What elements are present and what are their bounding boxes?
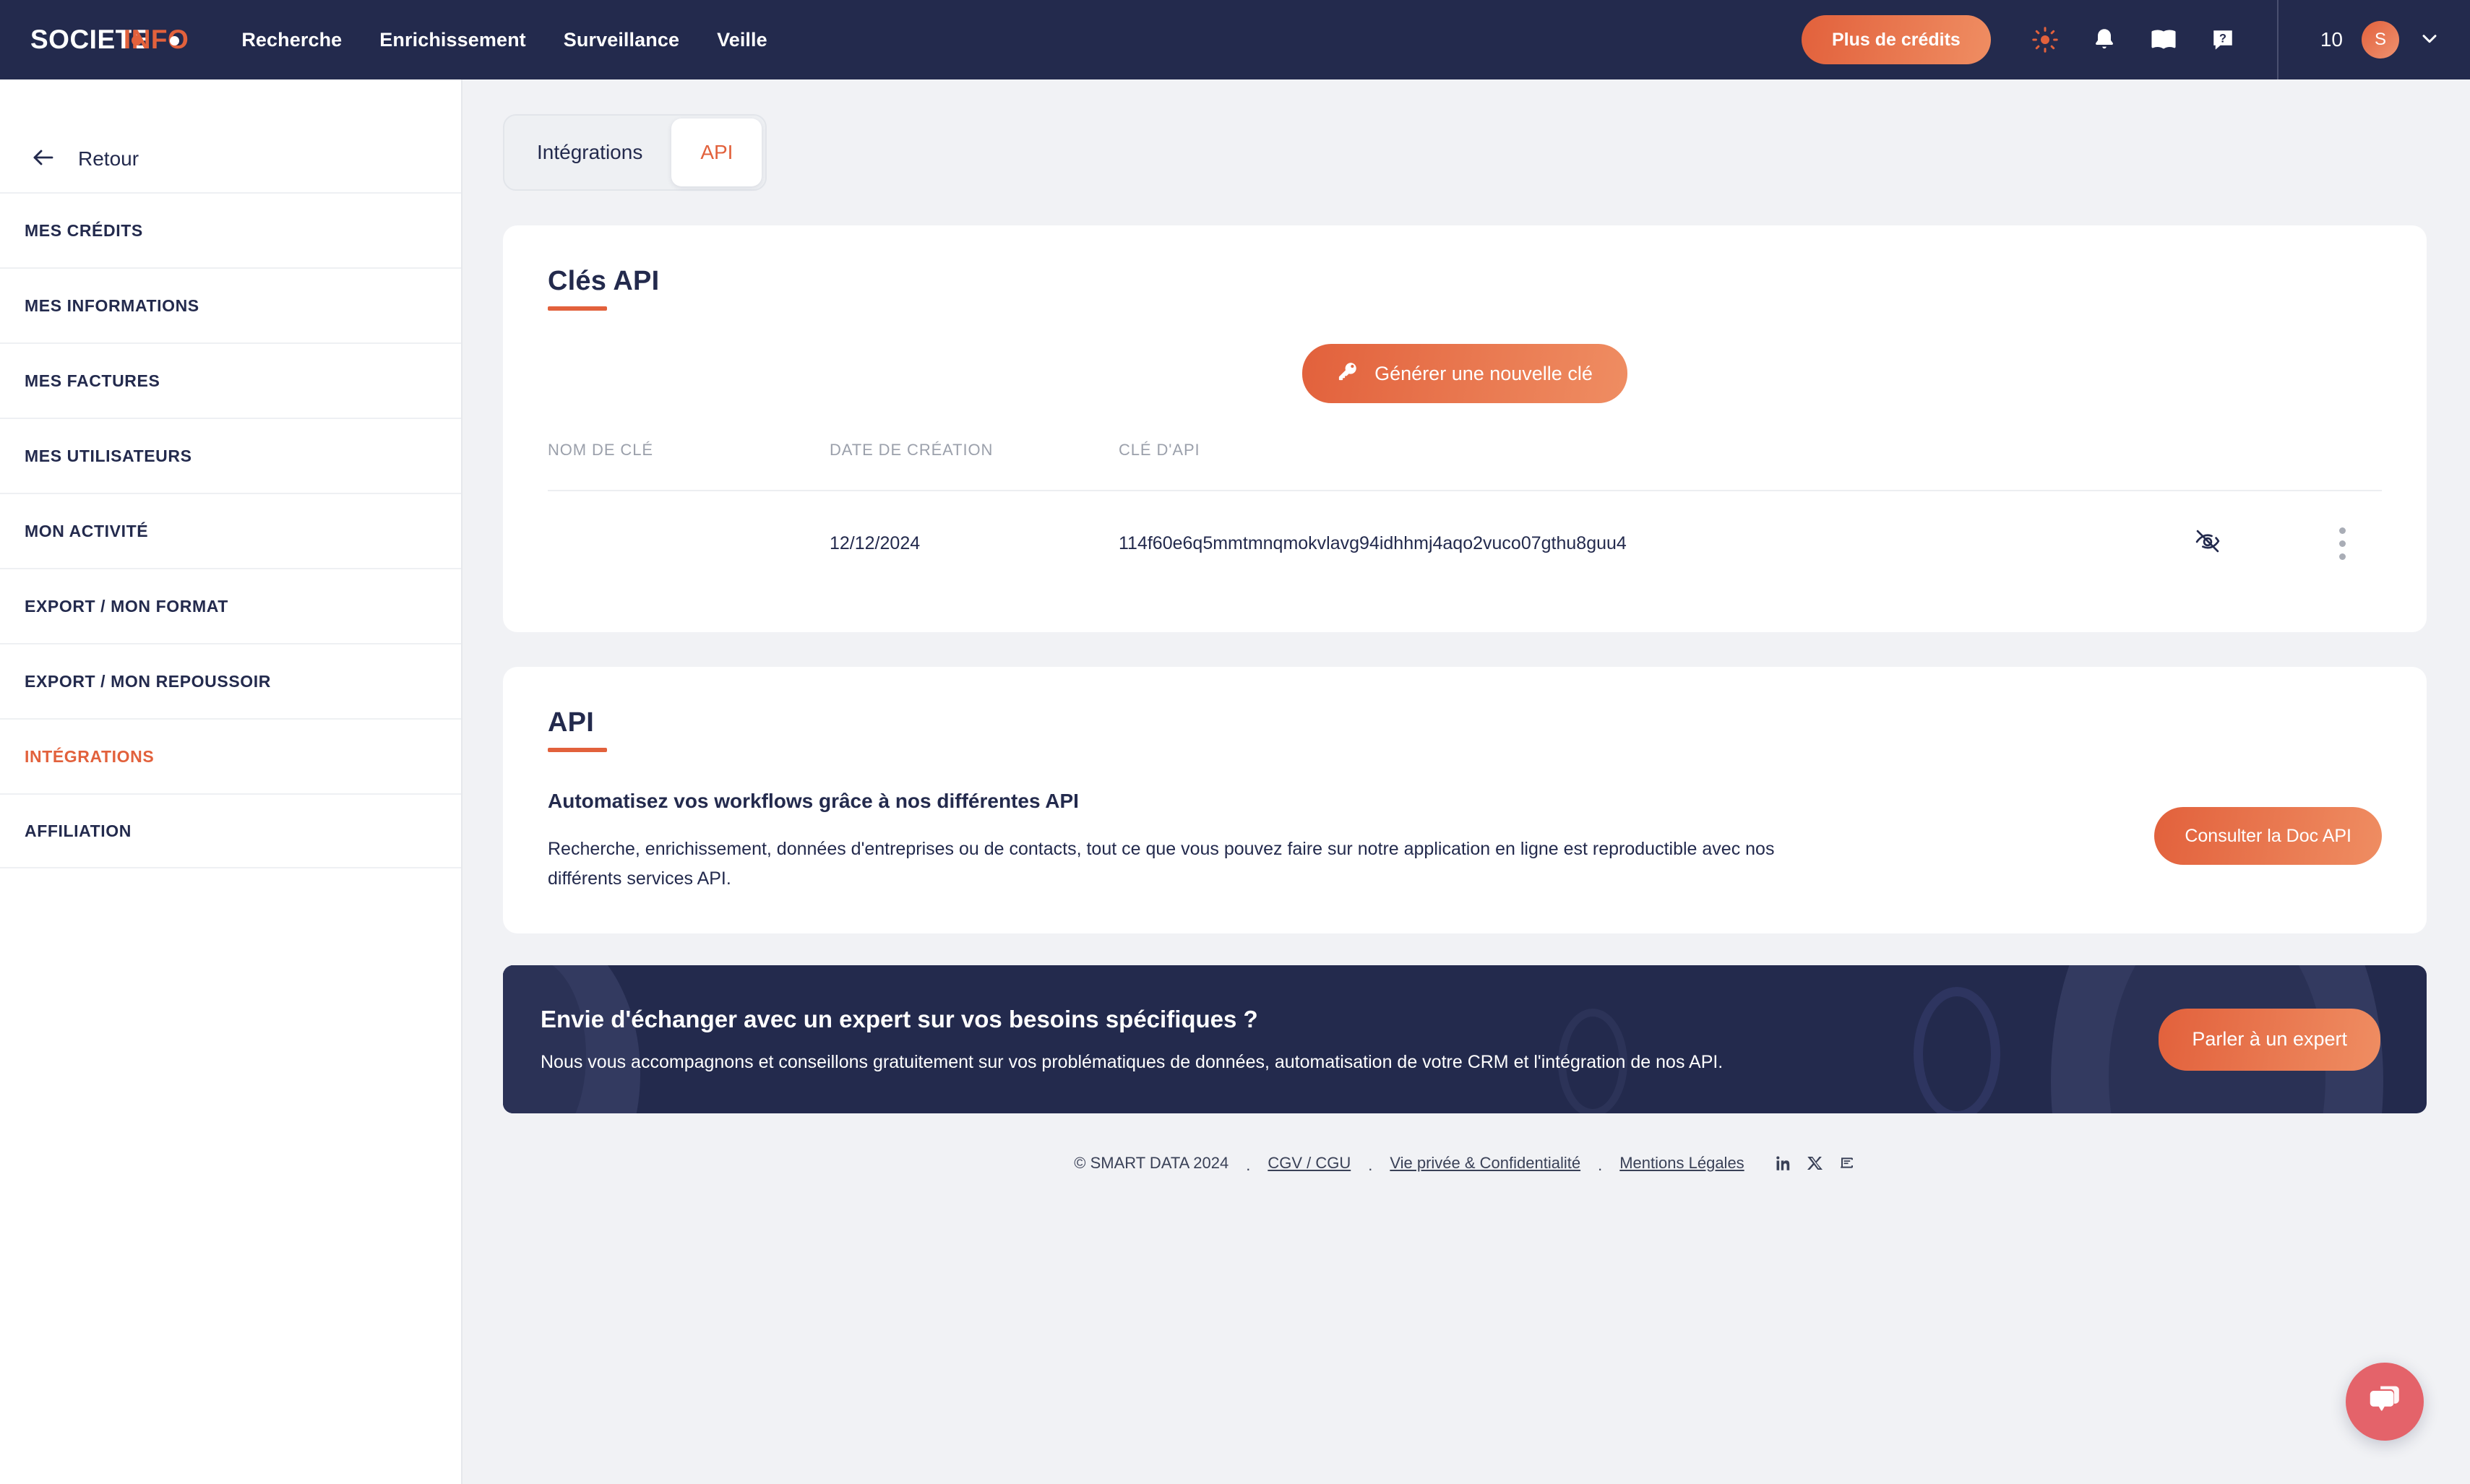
logo-dot-white (170, 35, 180, 46)
expert-banner-title: Envie d'échanger avec un expert sur vos … (541, 1006, 1258, 1032)
credits-count: 10 (2320, 28, 2343, 51)
nav-item-recherche[interactable]: Recherche (241, 29, 342, 51)
column-header-cle-api: CLÉ D'API (1119, 441, 2194, 491)
table-body: 12/12/2024 114f60e6q5mmtmnqmokvlavg94idh… (548, 491, 2382, 592)
parler-a-un-expert-button[interactable]: Parler à un expert (2159, 1008, 2380, 1071)
sidebar-item-export-mon-format[interactable]: EXPORT / MON FORMAT (0, 568, 461, 643)
blog-icon[interactable] (1838, 1155, 1856, 1172)
footer-separator: . (1246, 1156, 1251, 1174)
app-root: SOCIETE INFO Recherche Enrichissement Su… (0, 0, 2470, 1484)
svg-text:?: ? (2219, 32, 2226, 45)
api-keys-table: NOM DE CLÉ DATE DE CRÉATION CLÉ D'API 12… (548, 441, 2382, 592)
footer-socials (1773, 1154, 1856, 1173)
x-twitter-icon[interactable] (1807, 1155, 1824, 1172)
footer-link-vie-privee[interactable]: Vie privée & Confidentialité (1390, 1154, 1580, 1173)
column-header-visibility (2194, 441, 2302, 491)
table-row: 12/12/2024 114f60e6q5mmtmnqmokvlavg94idh… (548, 491, 2382, 592)
back-button[interactable]: Retour (0, 79, 461, 192)
api-title-underline (548, 748, 607, 752)
column-header-nom-de-cle: NOM DE CLÉ (548, 441, 830, 491)
settings-sidebar: Retour MES CRÉDITS MES INFORMATIONS MES … (0, 79, 462, 1484)
table-head: NOM DE CLÉ DATE DE CRÉATION CLÉ D'API (548, 441, 2382, 491)
sidebar-item-integrations[interactable]: INTÉGRATIONS (0, 718, 461, 793)
dot (2338, 527, 2346, 534)
expert-banner-text: Envie d'échanger avec un expert sur vos … (541, 1006, 2159, 1073)
key-icon (1337, 361, 1359, 387)
api-info-card: API Automatisez vos workflows grâce à no… (503, 667, 2427, 933)
api-info-text: API Automatisez vos workflows grâce à no… (548, 707, 2154, 893)
main-nav: Recherche Enrichissement Surveillance Ve… (241, 29, 767, 51)
help-chat-icon[interactable]: ? (2206, 23, 2239, 56)
plus-de-credits-button[interactable]: Plus de crédits (1801, 15, 1991, 64)
sidebar-item-mes-factures[interactable]: MES FACTURES (0, 342, 461, 418)
more-options-icon[interactable] (2302, 527, 2382, 560)
bell-icon[interactable] (2088, 23, 2121, 56)
dot (2338, 540, 2346, 547)
cell-key-name (548, 491, 830, 592)
chat-widget-button[interactable] (2346, 1363, 2424, 1441)
app-logo[interactable]: SOCIETE INFO (30, 25, 189, 55)
sidebar-item-mes-credits[interactable]: MES CRÉDITS (0, 192, 461, 267)
generate-key-row: Générer une nouvelle clé (548, 344, 2382, 403)
dot (2338, 553, 2346, 560)
tab-integrations[interactable]: Intégrations (508, 118, 671, 186)
column-header-date-de-creation: DATE DE CRÉATION (830, 441, 1119, 491)
chat-bubbles-icon (2365, 1381, 2404, 1423)
nav-item-veille[interactable]: Veille (717, 29, 767, 51)
cell-creation-date: 12/12/2024 (830, 533, 921, 553)
cell-toggle-visibility (2194, 491, 2302, 592)
arrow-left-icon (30, 144, 56, 174)
sidebar-item-mon-activite[interactable]: MON ACTIVITÉ (0, 493, 461, 568)
cell-api-key: 114f60e6q5mmtmnqmokvlavg94idhhmj4aqo2vuc… (1119, 533, 1627, 553)
header-right-group: Plus de crédits ? 10 S (1801, 0, 2441, 79)
keys-section-title: Clés API (548, 266, 660, 296)
api-keys-card: Clés API Générer une nouvelle clé NOM DE… (503, 225, 2427, 632)
nav-item-enrichissement[interactable]: Enrichissement (379, 29, 525, 51)
sidebar-item-mes-informations[interactable]: MES INFORMATIONS (0, 267, 461, 342)
expert-banner: Envie d'échanger avec un expert sur vos … (503, 965, 2427, 1113)
top-header: SOCIETE INFO Recherche Enrichissement Su… (0, 0, 2470, 79)
footer-separator: . (1598, 1156, 1603, 1174)
api-section-title: API (548, 707, 594, 738)
generate-new-key-label: Générer une nouvelle clé (1374, 362, 1593, 384)
column-header-actions (2302, 441, 2382, 491)
sidebar-item-affiliation[interactable]: AFFILIATION (0, 793, 461, 868)
linkedin-icon[interactable] (1773, 1154, 1792, 1173)
body-wrapper: Retour MES CRÉDITS MES INFORMATIONS MES … (0, 79, 2470, 1484)
tab-bar: Intégrations API (503, 114, 767, 191)
footer-link-mentions-legales[interactable]: Mentions Légales (1619, 1154, 1744, 1173)
book-icon[interactable] (2147, 23, 2180, 56)
sun-icon[interactable] (2028, 23, 2062, 56)
table-header-row: NOM DE CLÉ DATE DE CRÉATION CLÉ D'API (548, 441, 2382, 491)
sidebar-item-export-mon-repoussoir[interactable]: EXPORT / MON REPOUSSOIR (0, 643, 461, 718)
keys-title-underline (548, 306, 607, 311)
eye-off-icon[interactable] (2194, 527, 2221, 555)
header-icon-group: ? (2028, 23, 2239, 56)
footer-separator: . (1368, 1156, 1373, 1174)
nav-item-surveillance[interactable]: Surveillance (564, 29, 679, 51)
cell-row-menu (2302, 491, 2382, 592)
sidebar-item-mes-utilisateurs[interactable]: MES UTILISATEURS (0, 418, 461, 493)
user-menu[interactable]: 10 S (2320, 21, 2441, 59)
main-content: Intégrations API Clés API Générer une no… (462, 79, 2470, 1484)
footer-link-cgv-cgu[interactable]: CGV / CGU (1268, 1154, 1351, 1173)
chevron-down-icon[interactable] (2418, 27, 2441, 53)
tab-api[interactable]: API (671, 118, 762, 186)
consulter-doc-api-button[interactable]: Consulter la Doc API (2154, 807, 2382, 865)
expert-banner-subtitle: Nous vous accompagnons et conseillons gr… (541, 1052, 1724, 1072)
header-divider (2276, 0, 2278, 79)
api-heading: Automatisez vos workflows grâce à nos di… (548, 790, 1079, 812)
footer-copyright: © SMART DATA 2024 (1074, 1154, 1229, 1172)
back-label: Retour (78, 147, 139, 170)
avatar[interactable]: S (2362, 21, 2399, 59)
generate-new-key-button[interactable]: Générer une nouvelle clé (1302, 344, 1627, 403)
logo-dot-orange (131, 35, 142, 46)
api-paragraph: Recherche, enrichissement, données d'ent… (548, 839, 1775, 889)
footer: © SMART DATA 2024 . CGV / CGU . Vie priv… (503, 1154, 2427, 1174)
